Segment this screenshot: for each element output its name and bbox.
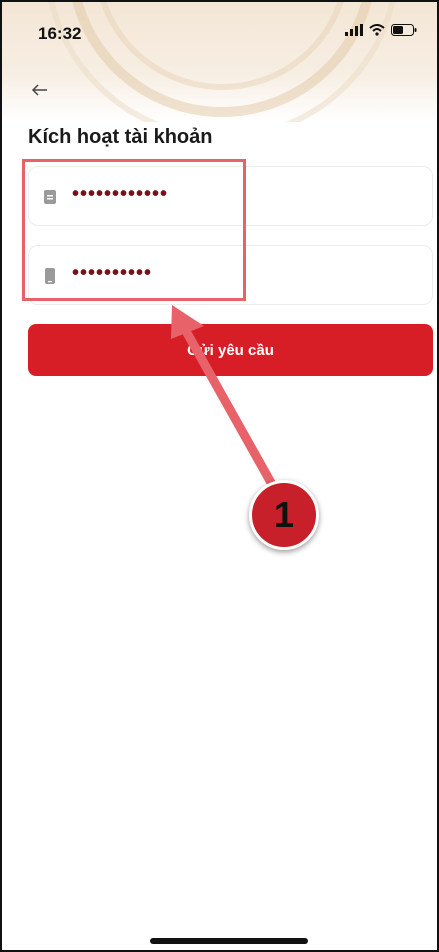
home-indicator — [150, 938, 308, 944]
step-number-badge: 1 — [249, 480, 319, 550]
annotation-arrow — [171, 305, 279, 493]
phone-screen: 16:32 Kích hoạt tài khoản •••••••••••• •… — [0, 0, 439, 952]
